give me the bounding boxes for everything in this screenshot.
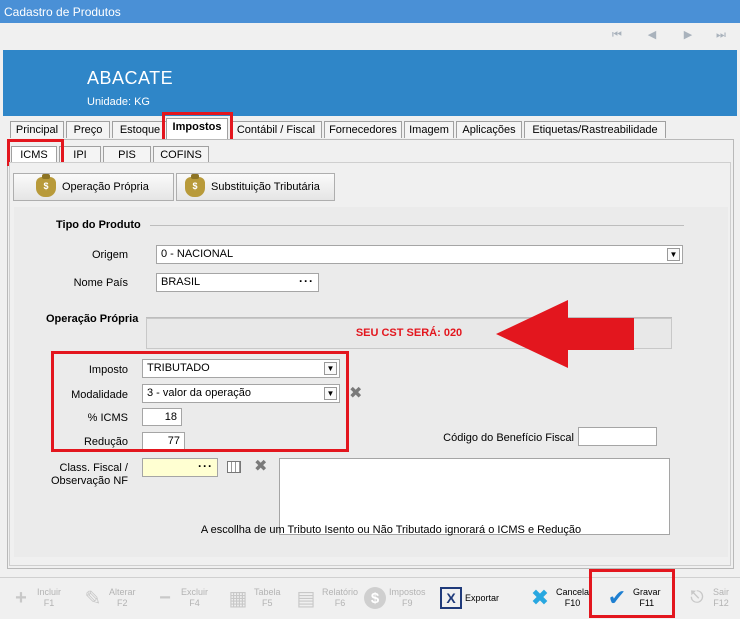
- clear-x-icon[interactable]: ✖: [349, 386, 362, 402]
- tab-aplicacoes[interactable]: Aplicações: [456, 121, 522, 138]
- table-icon: ▦: [228, 587, 248, 610]
- gravar-highlight: [589, 569, 675, 618]
- excel-icon: X: [440, 587, 462, 609]
- excluir-key: F4: [189, 598, 200, 608]
- exit-icon: ⎋: [690, 589, 704, 606]
- impostos-label: Impostos: [389, 587, 426, 597]
- product-header: ABACATE Unidade: KG: [3, 50, 737, 116]
- nome-pais-field[interactable]: BRASIL ···: [156, 273, 319, 292]
- ellipsis-icon[interactable]: ···: [299, 274, 314, 288]
- subtab-pis[interactable]: PIS: [103, 146, 151, 163]
- substituicao-tributaria-button[interactable]: Substituição Tributária: [176, 173, 335, 201]
- tab-etiquetas[interactable]: Etiquetas/Rastreabilidade: [524, 121, 666, 138]
- exportar-button[interactable]: X Exportar: [440, 580, 499, 616]
- red-arrow-icon: [496, 300, 634, 368]
- class-fiscal-label: Class. Fiscal / Observação NF: [44, 462, 128, 488]
- first-record-icon[interactable]: ⏮: [610, 28, 624, 42]
- sair-label: Sair: [713, 587, 730, 597]
- tab-fornecedores[interactable]: Fornecedores: [324, 121, 402, 138]
- minus-icon: −: [159, 586, 171, 609]
- chevron-down-icon[interactable]: ▼: [667, 248, 680, 261]
- incluir-key: F1: [43, 598, 55, 608]
- class-fiscal-label-line2: Observação NF: [50, 475, 128, 487]
- substituicao-tributaria-label: Substituição Tributária: [211, 181, 320, 193]
- excluir-button[interactable]: − Excluir F4: [152, 580, 208, 616]
- beneficio-fiscal-label: Código do Benefício Fiscal: [443, 432, 574, 444]
- cancela-button[interactable]: ✖ Cancela F10: [527, 580, 589, 616]
- relatorio-button[interactable]: ▤ Relatório F6: [293, 580, 358, 616]
- prev-record-icon[interactable]: ◀: [645, 28, 659, 42]
- next-record-icon[interactable]: ▶: [681, 28, 695, 42]
- nome-pais-label: Nome País: [73, 277, 128, 289]
- operacao-propria-label: Operação Própria: [62, 181, 149, 193]
- cancel-x-icon: ✖: [530, 585, 550, 610]
- report-icon: ▤: [296, 587, 316, 610]
- window-title: Cadastro de Produtos: [0, 0, 740, 23]
- tipo-produto-title: Tipo do Produto: [56, 219, 141, 231]
- excluir-label: Excluir: [181, 587, 209, 597]
- tab-principal[interactable]: Principal: [10, 121, 64, 138]
- relatorio-label: Relatório: [322, 587, 359, 597]
- dollar-icon: $: [364, 587, 386, 609]
- footnote: A escollha de um Tributo Isento ou Não T…: [200, 524, 582, 536]
- origem-select[interactable]: 0 - NACIONAL ▼: [156, 245, 683, 264]
- clear-x-icon[interactable]: ✖: [254, 459, 267, 475]
- alterar-button[interactable]: ✎ Alterar F2: [80, 580, 136, 616]
- tab-imagem[interactable]: Imagem: [404, 121, 454, 138]
- tabela-label: Tabela: [254, 587, 281, 597]
- product-name: ABACATE: [87, 68, 174, 88]
- ellipsis-icon[interactable]: ···: [198, 459, 213, 473]
- impostos-button[interactable]: $ Impostos F9: [364, 580, 426, 616]
- class-fiscal-label-line1: Class. Fiscal /: [59, 462, 128, 474]
- incluir-button[interactable]: + Incluir F1: [8, 580, 61, 616]
- tabela-key: F5: [262, 598, 273, 608]
- subtab-cofins[interactable]: COFINS: [153, 146, 209, 163]
- product-unit: Unidade: KG: [87, 96, 150, 108]
- origem-value: 0 - NACIONAL: [161, 248, 234, 260]
- alterar-key: F2: [117, 598, 128, 608]
- sair-key: F12: [713, 598, 729, 608]
- operacao-propria-title: Operação Própria: [46, 313, 139, 325]
- tabela-button[interactable]: ▦ Tabela F5: [225, 580, 281, 616]
- money-bag-icon: [36, 174, 56, 197]
- class-fiscal-field[interactable]: ···: [142, 458, 218, 477]
- cancela-key: F10: [564, 598, 581, 608]
- tab-contabil-fiscal[interactable]: Contábil / Fiscal: [230, 121, 322, 138]
- subtab-ipi[interactable]: IPI: [59, 146, 101, 163]
- table-grid-icon[interactable]: [227, 461, 241, 473]
- alterar-label: Alterar: [109, 587, 136, 597]
- money-bag-icon: [185, 174, 205, 197]
- tab-preco[interactable]: Preço: [66, 121, 110, 138]
- origem-label: Origem: [91, 249, 128, 261]
- tab-estoque[interactable]: Estoque: [112, 121, 168, 138]
- exportar-label: Exportar: [465, 592, 500, 603]
- sair-button[interactable]: ⎋ Sair F12: [684, 580, 729, 616]
- operacao-fields-highlight: [51, 351, 349, 452]
- plus-icon: +: [15, 586, 27, 609]
- section-divider: [150, 225, 684, 226]
- incluir-label: Incluir: [37, 587, 62, 597]
- record-nav-bar: [0, 23, 740, 49]
- impostos-key: F9: [402, 598, 413, 608]
- operacao-propria-button[interactable]: Operação Própria: [13, 173, 174, 201]
- relatorio-key: F6: [334, 598, 346, 608]
- nome-pais-value: BRASIL: [161, 276, 201, 288]
- pencil-icon: ✎: [84, 587, 102, 610]
- last-record-icon[interactable]: ⏭: [714, 28, 728, 42]
- beneficio-fiscal-field[interactable]: [578, 427, 657, 446]
- cancela-label: Cancela: [556, 587, 590, 597]
